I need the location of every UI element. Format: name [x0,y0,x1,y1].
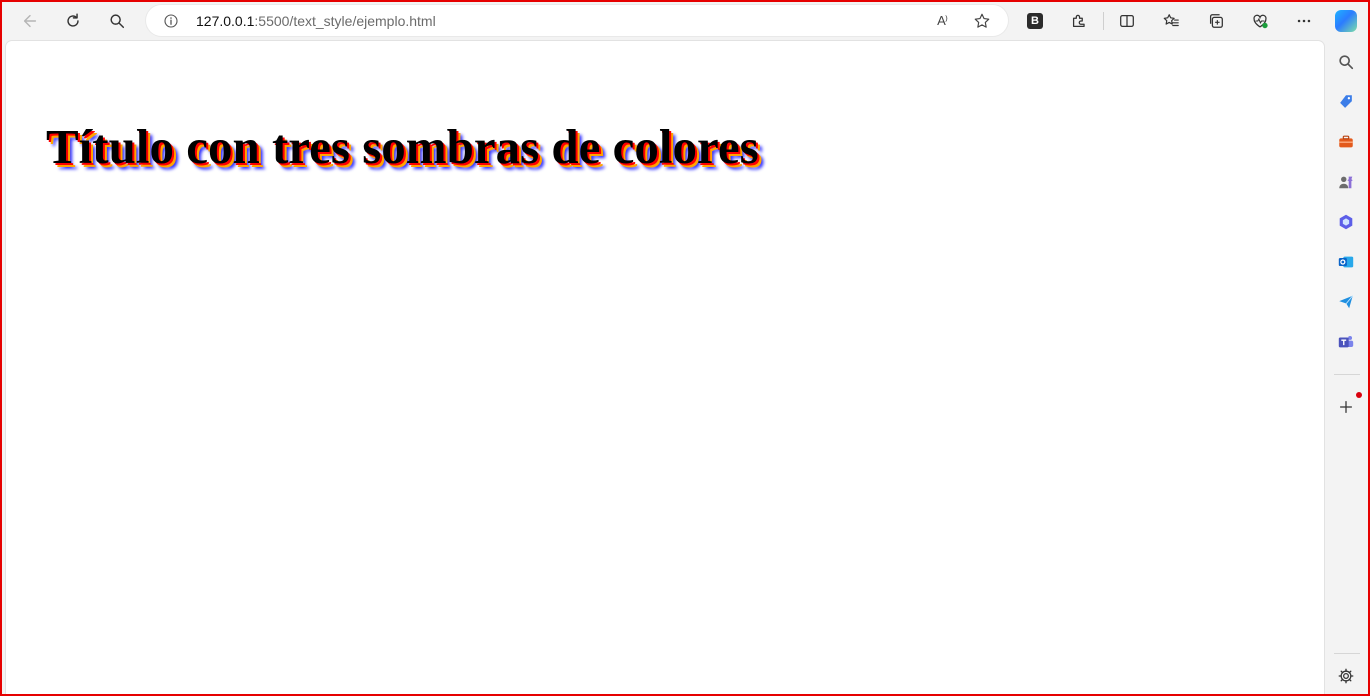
page-title: Título con tres sombras de colores [46,119,759,174]
teams-icon [1338,335,1354,348]
read-aloud-icon: A⁾ [937,13,948,28]
sidebar-microsoft365-button[interactable] [1335,211,1357,233]
bootstrap-extension-icon: B [1027,13,1043,29]
search-button[interactable] [102,6,132,36]
url-text[interactable]: 127.0.0.1:5500/text_style/ejemplo.html [196,12,436,30]
microsoft-365-icon [1339,214,1353,230]
sidebar-games-button[interactable] [1335,171,1357,193]
search-icon [110,14,125,29]
more-menu-button[interactable] [1289,6,1319,36]
extensions-button[interactable] [1064,6,1094,36]
info-icon [164,14,178,28]
page-viewport: Título con tres sombras de colores [6,41,1324,694]
sidebar-add-button[interactable] [1335,396,1357,418]
address-bar[interactable]: 127.0.0.1:5500/text_style/ejemplo.html A… [146,5,1008,36]
collections-icon [1209,14,1223,28]
sidebar-shopping-button[interactable] [1335,91,1357,113]
toolbar-divider [1103,12,1104,30]
sidebar-drop-button[interactable] [1335,291,1357,313]
notification-dot [1356,392,1362,398]
back-arrow-icon [23,14,37,28]
sidebar-teams-button[interactable] [1335,331,1357,353]
refresh-button[interactable] [58,6,88,36]
browser-essentials-button[interactable] [1245,6,1275,36]
sidebar-search-button[interactable] [1335,51,1357,73]
sidebar-divider [1334,374,1360,375]
games-icon [1339,176,1353,189]
copilot-icon [1335,10,1357,32]
site-info-button[interactable] [162,12,180,30]
url-path: :5500/text_style/ejemplo.html [254,13,436,29]
back-button[interactable] [15,6,45,36]
refresh-icon [67,13,79,27]
tools-icon [1339,135,1353,148]
shopping-tag-icon [1340,95,1352,108]
sidebar-settings-button[interactable] [1335,665,1357,687]
sidebar-tools-button[interactable] [1335,131,1357,153]
extensions-puzzle-icon [1072,14,1085,28]
favorites-icon [1163,14,1179,27]
url-host: 127.0.0.1 [196,13,255,29]
add-icon [1339,400,1353,414]
bootstrap-extension-button[interactable]: B [1020,6,1050,36]
split-screen-button[interactable] [1112,6,1142,36]
browser-sidebar [1326,41,1368,694]
settings-gear-icon [1338,668,1354,684]
drop-icon [1339,295,1354,309]
collections-button[interactable] [1201,6,1231,36]
more-menu-icon [1297,19,1311,23]
outlook-icon [1338,256,1354,268]
favorite-button[interactable] [972,11,992,31]
copilot-button[interactable] [1331,6,1361,36]
favorites-button[interactable] [1156,6,1186,36]
browser-essentials-icon [1253,14,1268,29]
sidebar-outlook-button[interactable] [1335,251,1357,273]
read-aloud-button[interactable]: A⁾ [932,11,952,31]
sidebar-divider [1334,653,1360,654]
browser-window: 127.0.0.1:5500/text_style/ejemplo.html A… [0,0,1370,696]
split-screen-icon [1120,14,1134,28]
browser-toolbar: 127.0.0.1:5500/text_style/ejemplo.html A… [0,0,1370,40]
favorite-star-icon [974,13,990,28]
search-icon [1339,55,1354,70]
